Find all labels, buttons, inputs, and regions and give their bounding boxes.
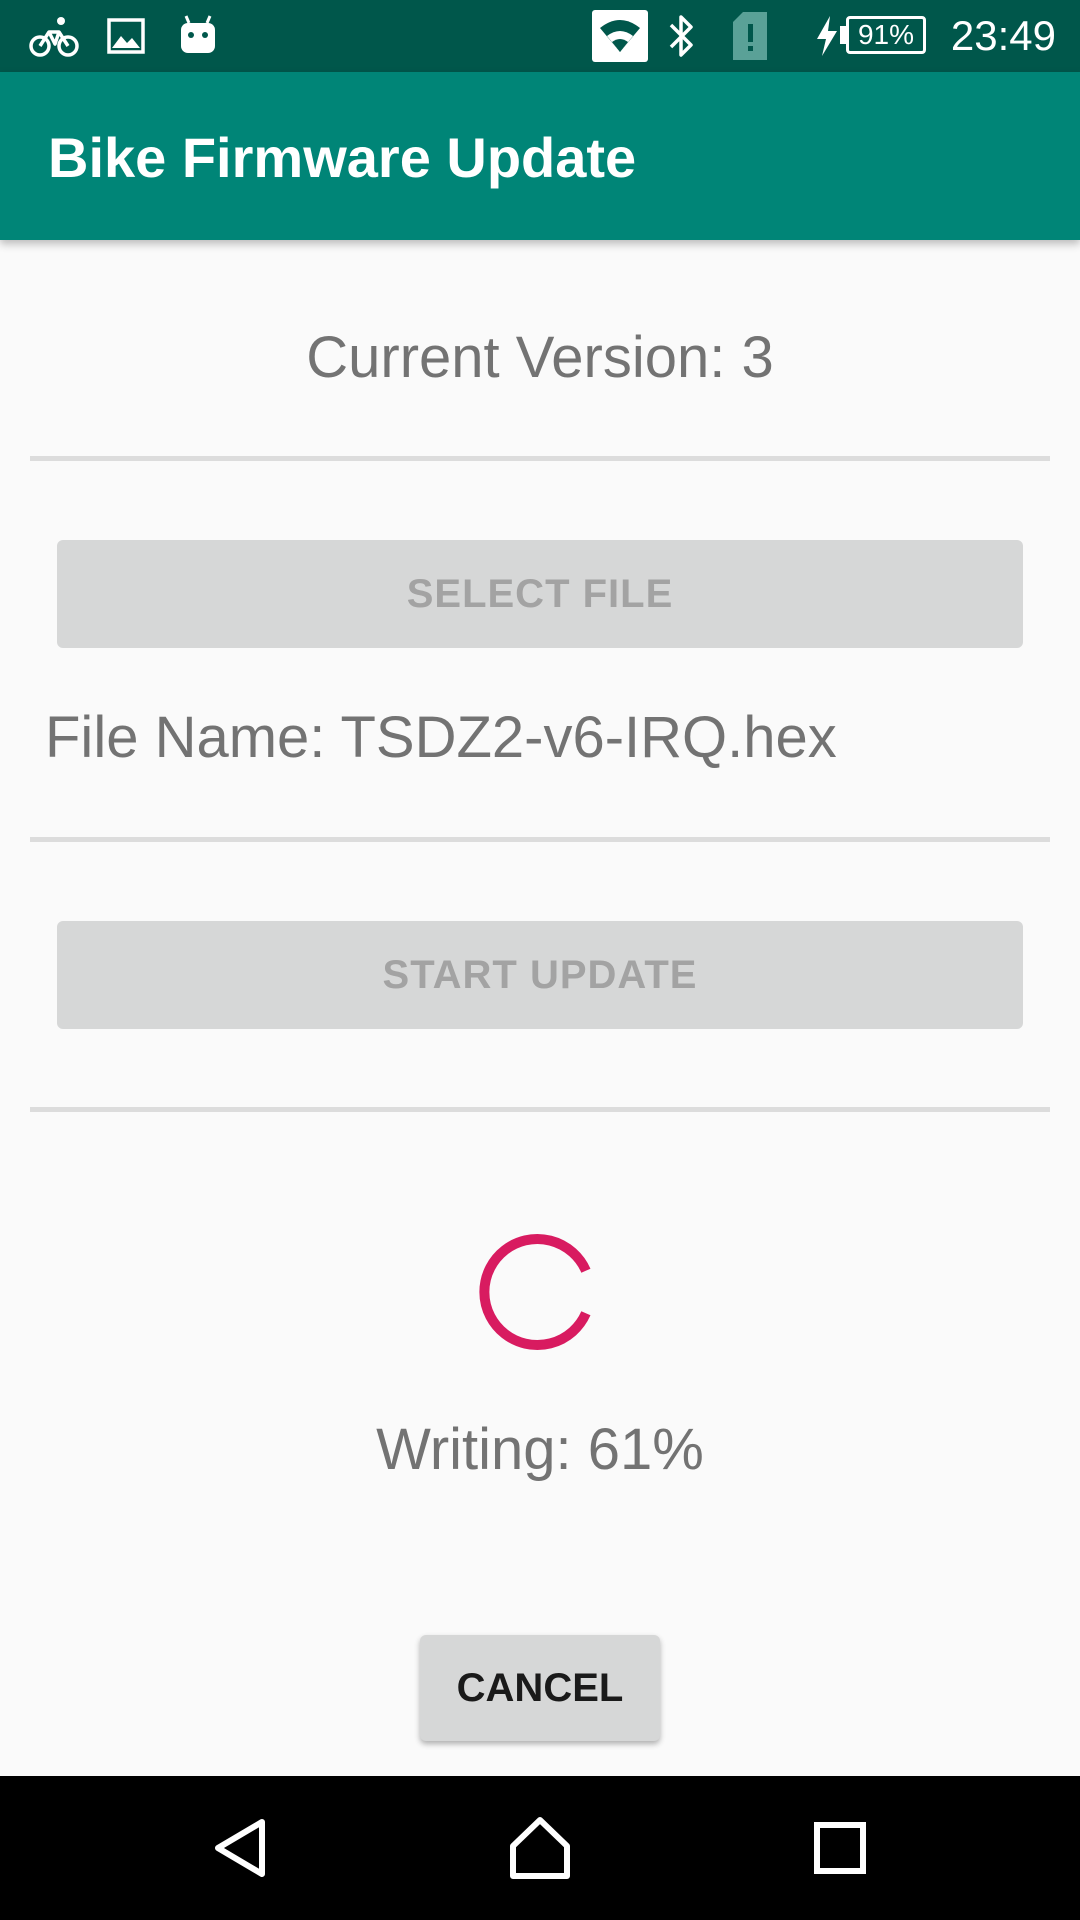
app-title: Bike Firmware Update [48,126,637,189]
current-version-label: Current Version: 3 [306,325,774,390]
recents-icon[interactable] [790,1798,890,1898]
android-icon [176,12,220,60]
nav-bar [0,1776,1080,1920]
start-update-button[interactable]: START UPDATE [57,921,1023,1029]
app-bar: Bike Firmware Update [0,72,1080,240]
status-time: 23:49 [950,12,1056,59]
divider [30,837,1050,842]
charging-icon [812,12,842,60]
sim-alert-icon [728,12,772,60]
wifi-icon [592,10,648,62]
divider [30,456,1050,461]
divider [30,1107,1050,1112]
progress-spinner [479,1234,591,1350]
cancel-button[interactable]: CANCEL [420,1635,660,1741]
writing-status-label: Writing: 61% [376,1417,704,1482]
screen: 91% 23:49 Bike Firmware Update Current V… [0,0,1080,1920]
image-icon [104,12,148,60]
battery-icon: 91% [846,16,926,54]
status-bar: 91% 23:49 [0,0,1080,72]
home-icon[interactable] [490,1798,590,1898]
file-name-label: File Name: TSDZ2-v6-IRQ.hex [45,705,837,770]
select-file-button[interactable]: SELECT FILE [57,540,1023,648]
bluetooth-icon [662,12,702,60]
back-icon[interactable] [190,1798,290,1898]
bike-icon [26,12,82,60]
